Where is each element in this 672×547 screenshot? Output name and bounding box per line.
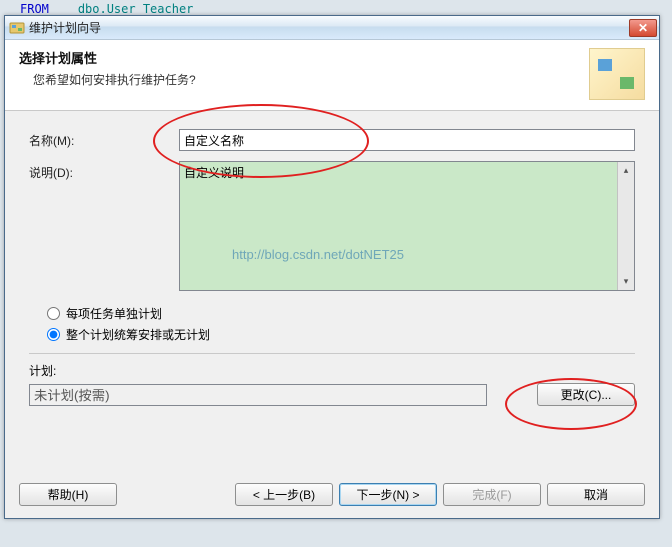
description-value: 自定义说明 [184, 166, 244, 180]
app-icon [9, 20, 25, 36]
wizard-window: 维护计划向导 ✕ 选择计划属性 您希望如何安排执行维护任务? 名称(M): 说明… [4, 15, 660, 519]
page-subtitle: 您希望如何安排执行维护任务? [33, 71, 589, 88]
background-sql-code: FROM dbo.User_Teacher [20, 2, 193, 16]
radio-single-plan-input[interactable] [47, 328, 60, 341]
wizard-footer: 帮助(H) < 上一步(B) 下一步(N) > 完成(F) 取消 [5, 471, 659, 518]
cancel-button[interactable]: 取消 [547, 483, 645, 506]
wizard-body: 名称(M): 说明(D): 自定义说明 http://blog.csdn.net… [5, 111, 659, 414]
close-button[interactable]: ✕ [629, 19, 657, 37]
name-input[interactable] [179, 129, 635, 151]
window-controls: ✕ [628, 19, 657, 37]
change-schedule-button[interactable]: 更改(C)... [537, 383, 635, 406]
description-label: 说明(D): [29, 161, 179, 181]
name-label: 名称(M): [29, 129, 179, 149]
titlebar: 维护计划向导 ✕ [5, 16, 659, 40]
scrollbar[interactable]: ▴ ▾ [617, 162, 634, 290]
plan-display [29, 384, 487, 406]
scroll-up-icon[interactable]: ▴ [618, 162, 634, 179]
plan-label: 计划: [29, 362, 635, 379]
next-button[interactable]: 下一步(N) > [339, 483, 437, 506]
finish-button: 完成(F) [443, 483, 541, 506]
window-title: 维护计划向导 [29, 19, 628, 36]
close-icon: ✕ [638, 21, 648, 35]
description-textarea[interactable]: 自定义说明 http://blog.csdn.net/dotNET25 ▴ ▾ [179, 161, 635, 291]
radio-single-plan[interactable]: 整个计划统筹安排或无计划 [47, 326, 635, 343]
back-button[interactable]: < 上一步(B) [235, 483, 333, 506]
help-button[interactable]: 帮助(H) [19, 483, 117, 506]
radio-separate-plan-input[interactable] [47, 307, 60, 320]
watermark-text: http://blog.csdn.net/dotNET25 [232, 247, 404, 262]
divider [29, 353, 635, 354]
radio-separate-plan[interactable]: 每项任务单独计划 [47, 305, 635, 322]
scroll-down-icon[interactable]: ▾ [618, 273, 634, 290]
page-title: 选择计划属性 [19, 48, 589, 67]
header-illustration [589, 48, 645, 100]
schedule-radio-group: 每项任务单独计划 整个计划统筹安排或无计划 [47, 305, 635, 343]
wizard-header: 选择计划属性 您希望如何安排执行维护任务? [5, 40, 659, 111]
